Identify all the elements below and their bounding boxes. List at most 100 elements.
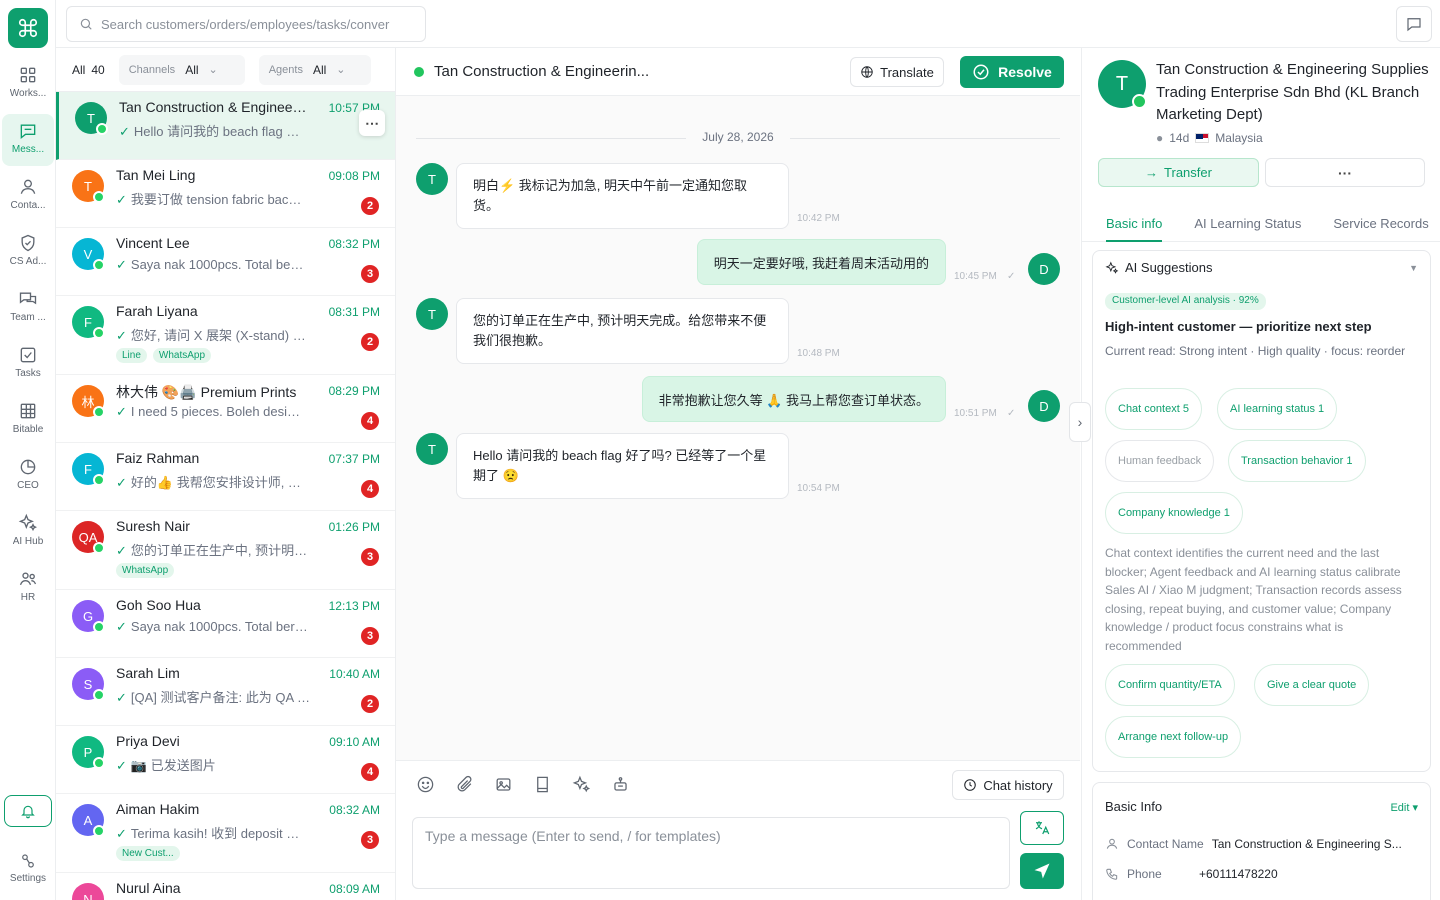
unread-badge: 4 bbox=[361, 480, 379, 498]
conversation-preview-row: ✓ 📷 已发送图片 bbox=[116, 755, 316, 774]
conversation-tags: WhatsApp bbox=[116, 563, 175, 578]
nav-cs-admin[interactable]: CS Ad... bbox=[2, 226, 54, 278]
nav-contacts[interactable]: Conta... bbox=[2, 170, 54, 222]
conversation-item[interactable]: G Goh Soo Hua 12:13 PM ✓ Saya nak 1000pcs. T… bbox=[56, 590, 395, 658]
top-chat-button[interactable] bbox=[1396, 6, 1432, 42]
unread-badge: 4 bbox=[361, 412, 379, 430]
conversation-preview: I need 5 pieces. Boleh desi… bbox=[130, 404, 301, 419]
search-input[interactable] bbox=[101, 16, 411, 32]
settings-label: Settings bbox=[9, 873, 47, 884]
channel-tag: WhatsApp bbox=[152, 348, 212, 363]
collapse-caret-icon[interactable]: ▼ bbox=[1409, 263, 1418, 273]
message-time: 10:45 PM bbox=[954, 271, 997, 282]
nav-messages[interactable]: Mess... bbox=[2, 114, 54, 166]
conversation-item[interactable]: QA Suresh Nair 01:26 PM ✓ 您的订单正在生产中, 预计明… 3 Wh… bbox=[56, 511, 395, 590]
channel-tag: New Cust... bbox=[116, 846, 180, 861]
transfer-button[interactable]: → Transfer bbox=[1098, 158, 1259, 187]
notifications-button[interactable] bbox=[4, 795, 52, 827]
attachment-icon[interactable] bbox=[455, 775, 474, 794]
agents-filter-select[interactable]: Agents All ⌄ bbox=[258, 54, 371, 85]
chip-chat-context[interactable]: Chat context 5 bbox=[1105, 388, 1202, 430]
chip-human-feedback[interactable]: Human feedback bbox=[1105, 440, 1215, 482]
template-book-icon[interactable] bbox=[533, 775, 552, 794]
panel-collapse-toggle[interactable]: › bbox=[1069, 402, 1091, 442]
conversation-item[interactable]: S Sarah Lim 10:40 AM ✓ [QA] 测试客户备注: 此为 QA 种…… bbox=[56, 658, 395, 726]
tab-service-records[interactable]: Service Records bbox=[1333, 206, 1428, 242]
nav-ai-hub[interactable]: AI Hub bbox=[2, 506, 54, 558]
whatsapp-icon bbox=[93, 825, 105, 837]
agents-label: Agents bbox=[268, 63, 303, 76]
nav-label: Conta... bbox=[10, 200, 46, 211]
tab-ai-learning-status[interactable]: AI Learning Status bbox=[1194, 206, 1301, 242]
message-input-box[interactable] bbox=[412, 817, 1010, 889]
translate-button[interactable]: Translate bbox=[850, 57, 944, 87]
action-confirm-quantity[interactable]: Confirm quantity/ETA bbox=[1105, 664, 1235, 706]
ai-suggestions-card: AI Suggestions ▼ Customer-level AI analy… bbox=[1092, 250, 1431, 772]
conversation-item[interactable]: A Aiman Hakim 08:32 AM ✓ Terima kasih! 收到 de… bbox=[56, 794, 395, 873]
nav-settings[interactable]: Settings bbox=[2, 852, 54, 884]
more-actions-button[interactable]: ··· bbox=[1265, 158, 1425, 187]
phone-value[interactable]: +60111478220 bbox=[1199, 867, 1399, 881]
conversation-item[interactable]: F Farah Liyana 08:31 PM ✓ 您好, 请问 X 展架 (X-sta… bbox=[56, 296, 395, 375]
emoji-icon[interactable] bbox=[416, 775, 435, 794]
conversation-preview-row: ✓ 我要订做 tension fabric bac… bbox=[116, 189, 316, 208]
conversation-item[interactable]: V Vincent Lee 08:32 PM ✓ Saya nak 1000pcs. T… bbox=[56, 228, 395, 296]
nav-tasks[interactable]: Tasks bbox=[2, 338, 54, 390]
customer-name: Tan Construction & Engineering Supplies … bbox=[1156, 61, 1429, 123]
channels-filter-select[interactable]: Channels All ⌄ bbox=[118, 54, 245, 85]
nav-workspace[interactable]: Works... bbox=[2, 58, 54, 110]
nav-hr[interactable]: HR bbox=[2, 562, 54, 614]
tab-basic-info[interactable]: Basic info bbox=[1106, 206, 1163, 242]
search-icon bbox=[80, 18, 92, 30]
nav-bitable[interactable]: Bitable bbox=[2, 394, 54, 446]
filter-all-tab[interactable]: All 40 bbox=[72, 63, 105, 77]
conversation-item[interactable]: P Priya Devi 09:10 AM ✓ 📷 已发送图片 4 bbox=[56, 726, 395, 794]
message-composer: Chat history bbox=[396, 760, 1080, 900]
app-logo-icon[interactable] bbox=[8, 8, 48, 48]
edit-button[interactable]: Edit ▾ bbox=[1390, 801, 1418, 814]
conversation-preview: 我要订做 tension fabric bac… bbox=[130, 192, 302, 207]
action-give-quote[interactable]: Give a clear quote bbox=[1254, 664, 1370, 706]
customer-avatar-small: T bbox=[416, 298, 448, 330]
chat-history-button[interactable]: Chat history bbox=[952, 770, 1064, 800]
conversation-preview: Hello 请问我的 beach flag … bbox=[133, 124, 300, 139]
nav-label: CEO bbox=[17, 480, 39, 491]
check-icon: ✓ bbox=[119, 124, 130, 139]
conversation-item[interactable]: T Tan Mei Ling 09:08 PM ✓ 我要订做 tension fabri… bbox=[56, 160, 395, 228]
send-button[interactable] bbox=[1020, 853, 1064, 889]
image-icon[interactable] bbox=[494, 775, 513, 794]
nav-ceo[interactable]: CEO bbox=[2, 450, 54, 502]
sparkle-icon bbox=[18, 513, 37, 532]
whatsapp-icon bbox=[93, 259, 105, 271]
robot-icon[interactable] bbox=[611, 775, 630, 794]
conversation-time: 08:32 PM bbox=[328, 237, 380, 251]
conversation-preview-row: ✓ 您的订单正在生产中, 预计明… bbox=[116, 540, 316, 559]
nav-team-chat[interactable]: Team ... bbox=[2, 282, 54, 334]
ai-sparkle-icon[interactable] bbox=[572, 775, 591, 794]
check-circle-icon bbox=[973, 64, 989, 80]
contact-name-row: Contact Name Tan Construction & Engineer… bbox=[1105, 837, 1412, 851]
ai-suggestions-header[interactable]: AI Suggestions bbox=[1105, 260, 1212, 275]
translate-input-button[interactable] bbox=[1020, 811, 1064, 845]
conversation-item[interactable]: 林林大伟 🎨🖨️ Premium Prints 08:29 PM ✓ I need 5… bbox=[56, 375, 395, 443]
chip-transaction-behavior[interactable]: Transaction behavior 1 bbox=[1228, 440, 1366, 482]
global-search[interactable] bbox=[66, 6, 426, 42]
resolve-button[interactable]: Resolve bbox=[960, 56, 1064, 88]
more-options-icon[interactable]: ⋯ bbox=[359, 110, 385, 136]
nav-label: Tasks bbox=[15, 368, 41, 379]
conversation-item[interactable]: N Nurul Aina 08:09 AM bbox=[56, 873, 395, 900]
unread-badge: 3 bbox=[361, 831, 379, 849]
phone-icon bbox=[1106, 868, 1118, 880]
check-icon: ✓ bbox=[116, 404, 127, 419]
chip-ai-learning-status[interactable]: AI learning status 1 bbox=[1217, 388, 1338, 430]
conversation-item[interactable]: T Tan Construction & Enginee… 10:57 PM ✓ Hel… bbox=[56, 92, 395, 160]
conversation-items: T Tan Construction & Enginee… 10:57 PM ✓ Hel… bbox=[56, 92, 395, 900]
action-arrange-follow-up[interactable]: Arrange next follow-up bbox=[1105, 716, 1242, 758]
message-input[interactable] bbox=[425, 828, 997, 878]
conversation-item[interactable]: F Faiz Rahman 07:37 PM ✓ 好的👍 我帮您安排设计师, … 4 bbox=[56, 443, 395, 511]
incoming-message-bubble: Hello 请问我的 beach flag 好了吗? 已经等了一个星期了 😟 bbox=[456, 433, 789, 499]
conversation-time: 07:37 PM bbox=[328, 452, 380, 466]
chip-company-knowledge[interactable]: Company knowledge 1 bbox=[1105, 492, 1243, 534]
contact-name-value[interactable]: Tan Construction & Engineering S... bbox=[1212, 837, 1412, 851]
conversation-name: Nurul Aina bbox=[116, 880, 181, 896]
